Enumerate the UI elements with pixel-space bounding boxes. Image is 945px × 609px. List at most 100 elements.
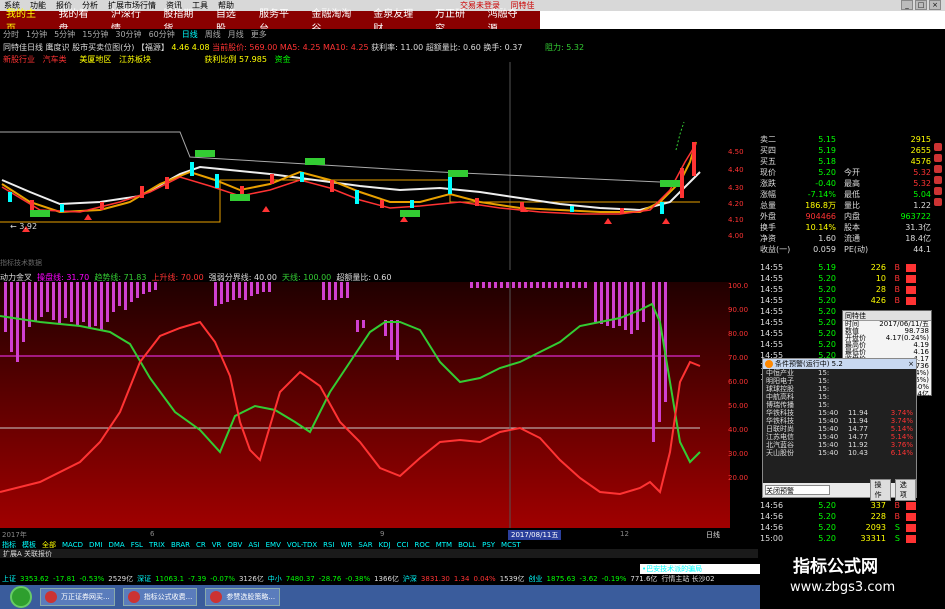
period-5m[interactable]: 5分钟 xyxy=(54,29,75,40)
quote-row: 买四 5.19 2655 xyxy=(758,145,945,156)
minimize-icon[interactable]: _ xyxy=(901,0,913,10)
period-15m[interactable]: 15分钟 xyxy=(82,29,108,40)
indicator-tab[interactable]: VOL-TDX xyxy=(287,541,317,549)
oscillator-chart[interactable] xyxy=(0,282,730,528)
bottom-tabs[interactable]: 扩展A 关联报价 xyxy=(0,549,758,558)
taskbar-item[interactable]: 万正证券网买... xyxy=(40,588,115,606)
indicator-tab[interactable]: BRAR xyxy=(171,541,190,549)
indicator-tab[interactable]: PSY xyxy=(482,541,495,549)
osc-tick: 30.00 xyxy=(728,450,749,458)
alert-list[interactable]: 中恒产业 15: 明阳电子 15: 球球控股 15: 中航高科 15: 博瑞传播 15: 华铁科技 1… xyxy=(763,369,916,457)
ticker-item: -0.07% xyxy=(210,575,235,583)
quote-value: 5.15 xyxy=(818,135,836,144)
x-label-year: 2017年 xyxy=(2,531,27,539)
side-tool-icon[interactable] xyxy=(934,165,942,173)
indicator-tab[interactable]: DMI xyxy=(89,541,103,549)
tick-time: 14:55 xyxy=(760,318,784,327)
alert-action-button[interactable]: 操作 xyxy=(869,479,891,501)
tick-list-late[interactable]: 14:56 5.20 337 B 14:56 5.20 228 B 14:56 5.20 2093 S… xyxy=(758,500,945,544)
quote-label: 外盘 xyxy=(760,212,776,221)
quote-row: 外盘 904466 内盘 963722 xyxy=(758,211,945,222)
alert-window[interactable]: 条件预警(运行中) 5.2 × 中恒产业 15: 明阳电子 15: 球球控股 15: 中航高… xyxy=(762,358,917,501)
indicator-tab[interactable]: CR xyxy=(196,541,206,549)
ticker-item: 行情主站 长沙02 xyxy=(661,575,715,583)
indicator-tab[interactable]: RSI xyxy=(323,541,334,549)
alert-change: 5.14% xyxy=(890,425,913,433)
ticker-item: 3126亿 xyxy=(238,575,264,583)
quote-value: 1.22 xyxy=(913,201,931,210)
quote-row: 收益(一) 0.059 PE(动) 44.1 xyxy=(758,244,945,255)
osc-title: 动力金叉 xyxy=(0,273,32,282)
alert-time: 15: xyxy=(818,369,830,377)
period-tick[interactable]: 分时 xyxy=(3,29,19,40)
quote-value: 44.1 xyxy=(913,245,931,254)
indicator-tab[interactable]: DMA xyxy=(108,541,124,549)
close-icon[interactable]: × xyxy=(908,359,914,369)
ticker-item: -0.38% xyxy=(345,575,371,583)
alert-time: 15:40 xyxy=(818,417,839,425)
quote-label: 今开 xyxy=(844,168,860,177)
indicator-tab[interactable]: TRIX xyxy=(149,541,165,549)
tick-row: 14:55 5.20 10 B xyxy=(758,273,945,284)
period-week[interactable]: 周线 xyxy=(205,29,221,40)
quote-row: 换手 10.14% 股本 31.3亿 xyxy=(758,222,945,233)
indicator-tab[interactable]: MACD xyxy=(62,541,83,549)
indicator-tab[interactable]: CCI xyxy=(397,541,409,549)
tick-price: 5.20 xyxy=(818,340,836,349)
tick-price: 5.20 xyxy=(818,307,836,316)
indicator-tab[interactable]: WR xyxy=(341,541,353,549)
indicator-tab[interactable]: MTM xyxy=(436,541,452,549)
tick-volume: 226 xyxy=(870,263,886,272)
side-tool-icon[interactable] xyxy=(934,187,942,195)
indicator-tab[interactable]: SAR xyxy=(358,541,372,549)
period-30m[interactable]: 30分钟 xyxy=(115,29,141,40)
indicator-tab[interactable]: VR xyxy=(212,541,222,549)
indicator-tab[interactable]: 全部 xyxy=(42,540,56,549)
quote-label: 卖二 xyxy=(760,135,776,144)
tick-flag-icon xyxy=(906,501,916,510)
alert-filter-input[interactable]: 关闭预警 xyxy=(765,485,830,495)
quote-value: 5.32 xyxy=(913,179,931,188)
alert-row[interactable]: 天山股份 15:40 10.43 6.14% xyxy=(763,449,916,457)
quote-label: 换手 xyxy=(760,223,776,232)
indicator-tab[interactable]: OBV xyxy=(227,541,242,549)
quote-label: 买四 xyxy=(760,146,776,155)
taskbar-item[interactable]: 参赞选股策略... xyxy=(205,588,281,606)
start-button[interactable] xyxy=(10,586,32,608)
ticker-item: 3831.30 xyxy=(420,575,450,583)
indicator-tab[interactable]: 模板 xyxy=(22,540,36,549)
indicator-tab[interactable]: BOLL xyxy=(458,541,476,549)
app-icon xyxy=(210,591,223,603)
osc-tick: 50.00 xyxy=(728,402,749,410)
indicator-tab[interactable]: FSL xyxy=(131,541,143,549)
price-chart[interactable]: ← 3.92 xyxy=(0,62,710,270)
indicator-tab[interactable]: MCST xyxy=(501,541,521,549)
indicator-tab[interactable]: KDJ xyxy=(379,541,391,549)
indicator-tab[interactable]: ASI xyxy=(248,541,259,549)
taskbar-item[interactable]: 指标公式收费... xyxy=(122,588,198,606)
period-60m[interactable]: 60分钟 xyxy=(149,29,175,40)
alert-icon xyxy=(765,360,773,368)
osc-volume-ratio: 超额量比: 0.60 xyxy=(336,273,392,282)
period-more[interactable]: 更多 xyxy=(251,29,267,40)
maximize-icon[interactable]: □ xyxy=(915,0,927,10)
tick-side: S xyxy=(894,523,900,532)
side-tool-icon[interactable] xyxy=(934,198,942,206)
close-icon[interactable]: × xyxy=(929,0,941,10)
tick-price: 5.19 xyxy=(818,263,836,272)
side-tool-icon[interactable] xyxy=(934,176,942,184)
ticker-item: -17.81 xyxy=(52,575,76,583)
window-controls: _ □ × xyxy=(901,0,941,10)
alert-options-button[interactable]: 选项 xyxy=(894,479,916,501)
side-tool-icon[interactable] xyxy=(934,143,942,151)
indicator-tab[interactable]: ROC xyxy=(414,541,429,549)
period-month[interactable]: 月线 xyxy=(228,29,244,40)
period-1m[interactable]: 1分钟 xyxy=(26,29,47,40)
side-tool-icon[interactable] xyxy=(934,154,942,162)
osc-sky-line: 天线: 100.00 xyxy=(282,273,332,282)
period-day[interactable]: 日线 xyxy=(182,29,198,40)
indicator-tab[interactable]: EMV xyxy=(266,541,281,549)
alert-change: 3.74% xyxy=(890,417,913,425)
indicator-tab[interactable]: 指标 xyxy=(2,540,16,549)
ticker-item: 1366亿 xyxy=(374,575,399,583)
